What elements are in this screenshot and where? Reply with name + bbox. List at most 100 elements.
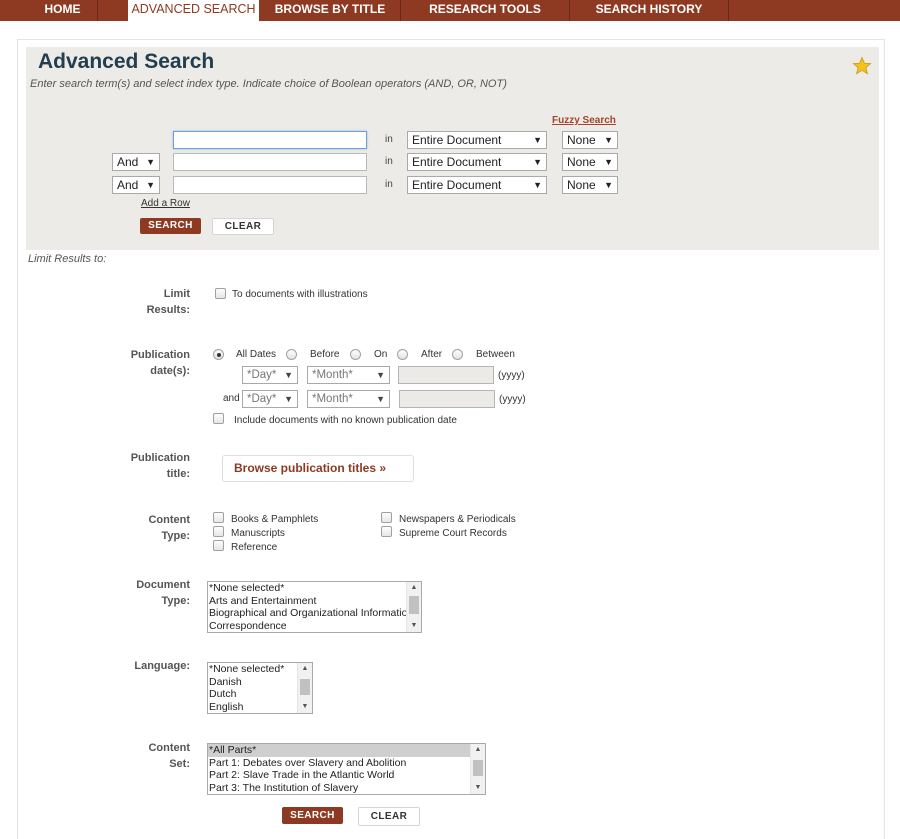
list-item[interactable]: Part 2: Slave Trade in the Atlantic Worl… (208, 769, 485, 782)
search-term-input-3[interactable] (173, 176, 367, 194)
chevron-down-icon: ▼ (533, 157, 542, 167)
fuzzy-select-1[interactable]: None ▼ (562, 131, 618, 149)
nav-tab-advanced-search[interactable]: ADVANCED SEARCH (128, 0, 259, 21)
day-select-1[interactable]: *Day* ▼ (242, 366, 298, 384)
index-select-1[interactable]: Entire Document ▼ (407, 131, 547, 149)
publication-date-label-line2: date(s): (150, 365, 190, 377)
chevron-down-icon: ▼ (146, 157, 155, 167)
radio-on-label: On (374, 349, 388, 360)
content-set-label-line2: Set: (169, 758, 190, 770)
scroll-up-icon[interactable]: ▲ (471, 744, 485, 756)
scroll-up-icon[interactable]: ▲ (298, 663, 312, 675)
radio-all-dates[interactable] (213, 349, 224, 360)
radio-after[interactable] (397, 349, 408, 360)
no-date-checkbox[interactable] (213, 413, 224, 424)
day-select-1-value: *Day* (247, 369, 277, 381)
reference-checkbox[interactable] (213, 540, 224, 551)
radio-all-dates-label: All Dates (236, 349, 277, 360)
index-select-2-value: Entire Document (412, 155, 502, 169)
scroll-thumb[interactable] (300, 679, 310, 695)
content-type-label-line2: Type: (161, 530, 190, 542)
books-pamphlets-label: Books & Pamphlets (231, 514, 319, 525)
publication-title-label-line1: Publication (130, 452, 190, 464)
nav-tab-research-tools[interactable]: RESEARCH TOOLS (401, 0, 570, 21)
nav-tab-browse-by-title[interactable]: BROWSE BY TITLE (260, 0, 401, 21)
month-select-2[interactable]: *Month* ▼ (307, 390, 390, 408)
operator-select-3[interactable]: And ▼ (112, 176, 160, 194)
operator-select-3-value: And (117, 178, 139, 192)
day-select-2[interactable]: *Day* ▼ (242, 390, 298, 408)
scroll-down-icon[interactable]: ▼ (298, 701, 312, 713)
supreme-court-records-checkbox[interactable] (381, 526, 392, 537)
index-select-2[interactable]: Entire Document ▼ (407, 153, 547, 171)
chevron-down-icon: ▼ (533, 135, 542, 145)
document-type-label-line2: Type: (161, 595, 190, 607)
nav-tab-home[interactable]: HOME (28, 0, 98, 21)
scrollbar[interactable]: ▲ ▼ (297, 663, 312, 713)
document-type-listbox[interactable]: *None selected* Arts and Entertainment B… (207, 581, 422, 633)
scroll-up-icon[interactable]: ▲ (407, 582, 421, 594)
chevron-down-icon: ▼ (604, 157, 613, 167)
year-input-2[interactable] (399, 390, 495, 408)
radio-before-label: Before (310, 349, 340, 360)
scrollbar[interactable]: ▲ ▼ (470, 744, 485, 794)
browse-publication-titles-button[interactable]: Browse publication titles » (222, 455, 414, 482)
clear-button-bottom[interactable]: CLEAR (358, 807, 420, 826)
scroll-down-icon[interactable]: ▼ (407, 620, 421, 632)
list-item[interactable]: Biographical and Organizational Informat… (208, 607, 421, 620)
list-item[interactable]: *All Parts* (208, 744, 485, 757)
operator-select-2[interactable]: And ▼ (112, 153, 160, 171)
scroll-down-icon[interactable]: ▼ (471, 782, 485, 794)
search-term-input-2[interactable] (173, 153, 367, 171)
newspapers-periodicals-label: Newspapers & Periodicals (399, 514, 516, 525)
search-button-bottom[interactable]: SEARCH (282, 807, 343, 824)
fuzzy-search-link[interactable]: Fuzzy Search (552, 115, 616, 126)
radio-on[interactable] (350, 349, 361, 360)
nav-tab-search-history[interactable]: SEARCH HISTORY (570, 0, 729, 21)
radio-between-label: Between (476, 349, 515, 360)
list-item[interactable]: Correspondence (208, 620, 421, 633)
illustrations-checkbox[interactable] (215, 288, 226, 299)
chevron-down-icon: ▼ (284, 394, 293, 404)
in-label-3: in (385, 179, 393, 190)
books-pamphlets-checkbox[interactable] (213, 512, 224, 523)
clear-button-top[interactable]: CLEAR (212, 218, 274, 235)
list-item[interactable]: *None selected* (208, 582, 421, 595)
language-label: Language: (134, 660, 190, 672)
list-item[interactable]: Arts and Entertainment (208, 595, 421, 608)
scrollbar[interactable]: ▲ ▼ (406, 582, 421, 632)
fuzzy-select-1-value: None (567, 133, 596, 147)
year-hint-2: (yyyy) (499, 394, 526, 405)
chevron-down-icon: ▼ (533, 180, 542, 190)
month-select-1[interactable]: *Month* ▼ (307, 366, 390, 384)
chevron-down-icon: ▼ (376, 394, 385, 404)
chevron-down-icon: ▼ (604, 135, 613, 145)
illustrations-label: To documents with illustrations (232, 289, 368, 300)
page-title: Advanced Search (38, 50, 215, 73)
scroll-thumb[interactable] (409, 596, 419, 614)
content-set-listbox[interactable]: *All Parts* Part 1: Debates over Slavery… (207, 743, 486, 795)
list-item[interactable]: Part 1: Debates over Slavery and Aboliti… (208, 757, 485, 770)
year-input-1[interactable] (398, 366, 494, 384)
in-label-1: in (385, 134, 393, 145)
newspapers-periodicals-checkbox[interactable] (381, 512, 392, 523)
fuzzy-select-3[interactable]: None ▼ (562, 176, 618, 194)
content-set-label-line1: Content (148, 742, 190, 754)
scroll-thumb[interactable] (473, 760, 483, 776)
manuscripts-label: Manuscripts (231, 528, 285, 539)
add-row-link[interactable]: Add a Row (141, 198, 190, 209)
search-button-top[interactable]: SEARCH (140, 218, 201, 234)
index-select-3-value: Entire Document (412, 178, 502, 192)
content-type-label: Content Type: (70, 512, 190, 544)
search-term-input-1[interactable] (173, 131, 367, 149)
radio-between[interactable] (452, 349, 463, 360)
star-icon[interactable] (852, 56, 872, 76)
year-hint-1: (yyyy) (498, 370, 525, 381)
manuscripts-checkbox[interactable] (213, 526, 224, 537)
language-listbox[interactable]: *None selected* Danish Dutch English ▲ ▼ (207, 662, 313, 714)
radio-before[interactable] (286, 349, 297, 360)
fuzzy-select-2[interactable]: None ▼ (562, 153, 618, 171)
index-select-3[interactable]: Entire Document ▼ (407, 176, 547, 194)
chevron-down-icon: ▼ (146, 180, 155, 190)
list-item[interactable]: Part 3: The Institution of Slavery (208, 782, 485, 795)
